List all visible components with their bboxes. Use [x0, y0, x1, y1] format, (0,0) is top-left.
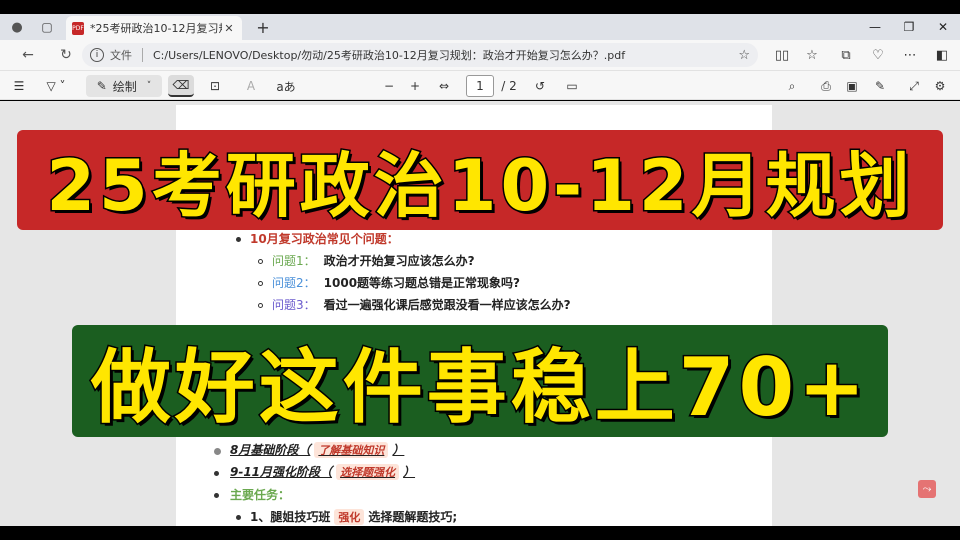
browser-essentials-icon[interactable]: ♡: [864, 40, 892, 70]
tab-strip: ● ▢ PDF *25考研政治10-12月复习规划：政 ✕ + — ❐ ✕: [0, 14, 960, 40]
tab-title: *25考研政治10-12月复习规划：政: [90, 22, 222, 35]
task-1-prefix: 1、腿姐技巧班: [250, 510, 331, 524]
stage-2-tag: 选择题强化: [336, 463, 400, 480]
task-1: 1、腿姐技巧班 强化 选择题解题技巧;: [250, 508, 457, 525]
new-tab-button[interactable]: +: [252, 16, 274, 38]
read-aloud-button[interactable]: aあ: [272, 75, 300, 97]
tab-actions-icon[interactable]: ▢: [36, 16, 58, 38]
question-2-label: 问题2：: [272, 276, 316, 290]
save-icon[interactable]: ▣: [842, 75, 862, 97]
doc-heading: 10月复习政治常见个问题：: [250, 232, 399, 246]
bullet: [258, 281, 263, 286]
zoom-out-icon[interactable]: −: [380, 75, 398, 97]
question-1-label: 问题1：: [272, 254, 316, 268]
restore-button[interactable]: ❐: [892, 14, 926, 40]
title-banner-bottom: 做好这件事稳上70+: [72, 325, 888, 437]
bullet: [236, 515, 241, 520]
page-number-input[interactable]: 1: [466, 75, 494, 97]
bullet: [258, 259, 263, 264]
minimize-button[interactable]: —: [858, 14, 892, 40]
fullscreen-icon[interactable]: ⤢: [904, 75, 924, 97]
page-view-icon[interactable]: ▭: [562, 75, 582, 97]
scheme-label: 文件: [110, 49, 132, 62]
banner-top-text: 25考研政治10-12月规划: [45, 143, 914, 228]
favorites-icon[interactable]: ☆: [798, 40, 826, 70]
task-1-tag: 强化: [334, 508, 365, 525]
refresh-icon[interactable]: ↻: [52, 41, 80, 69]
close-tab-icon[interactable]: ✕: [222, 22, 236, 35]
tab-pdf-document[interactable]: PDF *25考研政治10-12月复习规划：政 ✕: [66, 16, 242, 40]
page-total: / 2: [501, 79, 517, 93]
stage-1: 8月基础阶段（ 了解基础知识 ）: [230, 441, 404, 458]
address-divider: [142, 48, 143, 62]
question-3-label: 问题3：: [272, 298, 316, 312]
back-icon[interactable]: ←: [14, 41, 42, 69]
bullet: [214, 493, 219, 498]
more-menu-icon[interactable]: ⋯: [896, 40, 924, 70]
bullet: [236, 237, 241, 242]
site-info-icon[interactable]: i: [90, 48, 104, 62]
address-toolbar: ← ↻ i 文件 C:/Users/LENOVO/Desktop/勿动/25考研…: [0, 40, 960, 70]
question-3: 问题3： 看过一遍强化课后感觉跟没看一样应该怎么办?: [272, 296, 571, 313]
pdf-file-icon: PDF: [72, 21, 84, 35]
question-1: 问题1： 政治才开始复习应该怎么办?: [272, 252, 475, 269]
pdf-toolbar: ☰ ▽ ˅ ✎ 绘制 ˅ ⌫ ⊡ A aあ − + ⇔ 1 / 2 ↺ ▭ ⌕ …: [0, 70, 960, 100]
collections-icon[interactable]: ⧉: [832, 40, 860, 70]
settings-gear-icon[interactable]: ⚙: [930, 75, 950, 97]
profile-icon[interactable]: ●: [6, 16, 28, 38]
draw-button[interactable]: ✎ 绘制 ˅: [86, 75, 162, 97]
stage-1-tag: 了解基础知识: [314, 441, 389, 458]
banner-bottom-text: 做好这件事稳上70+: [89, 340, 870, 436]
tasks-heading: 主要任务：: [230, 488, 291, 502]
split-screen-icon[interactable]: ▯▯: [768, 40, 796, 70]
add-text-icon[interactable]: ⊡: [204, 75, 226, 97]
highlight-icon[interactable]: ▽ ˅: [38, 75, 74, 97]
address-field[interactable]: i 文件 C:/Users/LENOVO/Desktop/勿动/25考研政治10…: [82, 43, 758, 67]
draw-label: 绘制: [112, 79, 137, 94]
rotate-icon[interactable]: ↺: [530, 75, 550, 97]
question-2: 问题2： 1000题等练习题总错是正常现象吗?: [272, 274, 520, 291]
task-1-suffix: 选择题解题技巧;: [368, 510, 458, 524]
erase-icon[interactable]: ⌫: [168, 75, 194, 97]
acrobat-icon[interactable]: ⤳: [918, 480, 936, 498]
print-icon[interactable]: ⎙: [816, 75, 836, 97]
pen-icon: ✎: [96, 79, 107, 93]
text-format-icon: A: [246, 79, 256, 93]
stage-2-label: 9-11月强化阶段（: [230, 465, 333, 479]
stage-1-label: 8月基础阶段（: [230, 443, 311, 457]
zoom-in-icon[interactable]: +: [406, 75, 424, 97]
bullet: [214, 448, 221, 455]
bullet: [258, 303, 263, 308]
stage-1-end: ）: [392, 443, 405, 457]
search-icon[interactable]: ⌕: [782, 75, 802, 97]
save-as-icon[interactable]: ✎: [870, 75, 890, 97]
title-banner-top: 25考研政治10-12月规划: [17, 130, 943, 230]
url-text: C:/Users/LENOVO/Desktop/勿动/25考研政治10-12月复…: [153, 49, 626, 62]
copilot-icon[interactable]: ◧: [928, 40, 956, 70]
window-controls: — ❐ ✕: [858, 14, 960, 40]
question-2-text: 1000题等练习题总错是正常现象吗?: [323, 276, 521, 290]
stage-2: 9-11月强化阶段（ 选择题强化 ）: [230, 463, 415, 480]
favorite-star-icon[interactable]: ☆: [738, 48, 750, 63]
bullet: [214, 471, 219, 476]
contents-icon[interactable]: ☰: [8, 75, 30, 97]
question-1-text: 政治才开始复习应该怎么办?: [323, 254, 475, 268]
chevron-down-icon: ˅: [146, 81, 152, 91]
close-window-button[interactable]: ✕: [926, 14, 960, 40]
fit-page-icon[interactable]: ⇔: [434, 75, 454, 97]
stage-2-end: ）: [403, 465, 416, 479]
question-3-text: 看过一遍强化课后感觉跟没看一样应该怎么办?: [323, 298, 571, 312]
